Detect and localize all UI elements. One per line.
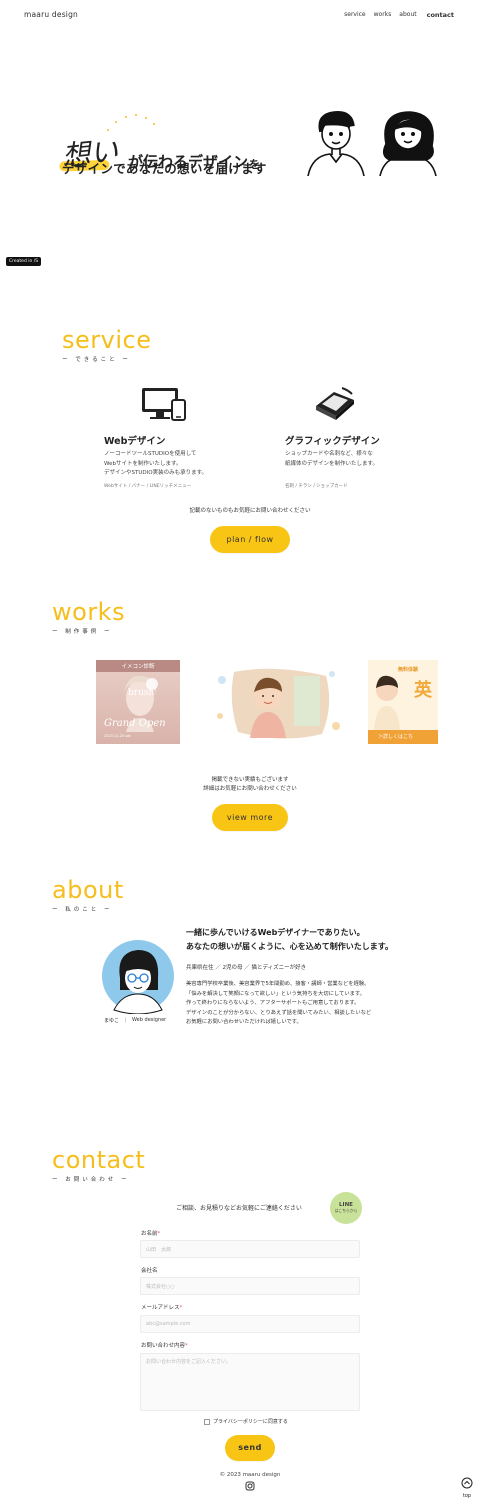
back-to-top[interactable]: top [460,1474,474,1499]
work-card-salon[interactable]: イメコン診断 brush Grand Open 2023.11.20 sat [96,660,180,744]
company-input[interactable]: 株式会社○○ [140,1277,360,1295]
nav-about[interactable]: about [399,11,416,19]
works-note: 掲載できない実績もございます 詳細はお気軽にお問い合わせください [203,777,297,792]
child-photo-image [217,668,340,739]
nav-service[interactable]: service [344,11,366,19]
contact-intro: ご相談、お見積りなどお気軽にご連絡ください [176,1205,302,1212]
copyright: © 2023 maaru design [219,1472,281,1478]
view-more-button[interactable]: view more [212,804,288,831]
contact-subtitle: ー お問い合わせ ー [52,1177,130,1183]
about-lead: 一緒に歩んでいけるWebデザイナーでありたい。 あなたの想いが届くように、心を込… [186,928,393,951]
email-input[interactable]: abc@sample.com [140,1315,360,1333]
nav-contact[interactable]: contact [427,11,454,19]
work-salon-brand: brush [128,688,155,698]
man-illustration [307,110,365,176]
service-graphic-name: グラフィックデザイン [285,436,380,447]
hero-couple-illustration [307,110,437,176]
company-label: 会社名 [141,1268,158,1274]
about-subtitle: ー 私のこと ー [52,907,113,913]
service-web-tags: Webサイト / バナー / LINEリッチメニュー [104,484,192,489]
woman-illustration [379,111,437,176]
created-in-studio-badge[interactable]: Created in /S [6,257,42,266]
profile-avatar [102,940,174,1014]
about-heading: about ー 私のこと ー [52,876,124,913]
service-heading: service ー できること ー [62,326,151,363]
privacy-checkbox[interactable] [204,1418,210,1425]
line-contact-button[interactable]: LINE はこちらから [330,1192,362,1224]
email-label: メールアドレス* [141,1305,183,1311]
message-label: お問い合わせ内容* [141,1343,188,1349]
service-title: service [62,326,152,354]
works-heading: works ー 制作事例 ー [52,598,125,635]
chevron-up-circle-icon [461,1477,473,1489]
send-button[interactable]: send [225,1435,275,1461]
privacy-label[interactable]: プライバシーポリシーに同意する [213,1418,288,1425]
name-label: お名前* [141,1231,161,1237]
instagram-icon[interactable] [245,1481,255,1491]
about-title: about [52,876,124,904]
monitor-phone-icon [142,388,186,421]
back-to-top-label: top [462,1493,472,1499]
work-school-cta: ＞詳しくはこち [368,730,438,744]
service-web-name: Webデザイン [104,436,166,447]
profile-separator: ｜ [123,1018,129,1024]
work-salon-headline: Grand Open [104,718,166,729]
work-salon-date: 2023.11.20 sat [104,734,131,738]
works-subtitle: ー 制作事例 ー [52,629,113,635]
work-card-kids[interactable] [212,660,344,744]
service-graphic-desc: ショップカードや名刺など、様々な 紙媒体のデザインを制作いたします。 [285,451,378,467]
hero-subline: デザインであなたの想いを届けます [62,161,267,176]
about-body: 美容専門学校卒業後、美容業界で5年間勤め、接客・講師・営業などを経験。 「悩みを… [186,981,372,1025]
nav-works[interactable]: works [374,11,392,19]
paper-stack-icon [316,387,354,420]
service-web-desc: ノーコードツールSTUDIOを使用して Webサイトを制作いたします。 デザイン… [104,451,208,476]
service-subtitle: ー できること ー [62,357,131,363]
contact-heading: contact ー お問い合わせ ー [52,1146,145,1183]
profile-name: まゆこ [104,1018,120,1024]
message-textarea[interactable]: お問い合わせ内容をご記入ください。 [140,1353,360,1411]
plan-flow-button[interactable]: plan / flow [210,526,290,553]
work-salon-banner: イメコン診断 [96,660,180,672]
service-note: 記載のないものもお気軽にお問い合わせください [189,508,311,514]
name-input[interactable]: 山田 太郎 [140,1240,360,1258]
privacy-consent: プライバシーポリシーに同意する [204,1418,288,1425]
profile-caption: まゆこ ｜ Web designer [104,1017,166,1024]
contact-title: contact [52,1146,146,1174]
service-graphic-tags: 名刺 / チラシ / ショップカード [285,484,348,489]
works-title: works [52,598,126,626]
girl-photo-image [374,675,400,730]
work-school-big: 英 [414,680,432,701]
site-logo[interactable]: maaru design [24,10,78,19]
about-meta: 兵庫県在住 ／ 2児の母 ／ 猫とディズニーが好き [186,965,307,971]
main-nav: service works about contact [344,11,454,19]
profile-role: Web designer [132,1017,167,1023]
work-card-school[interactable]: 無料体験 英 ＞詳しくはこち [368,660,438,744]
